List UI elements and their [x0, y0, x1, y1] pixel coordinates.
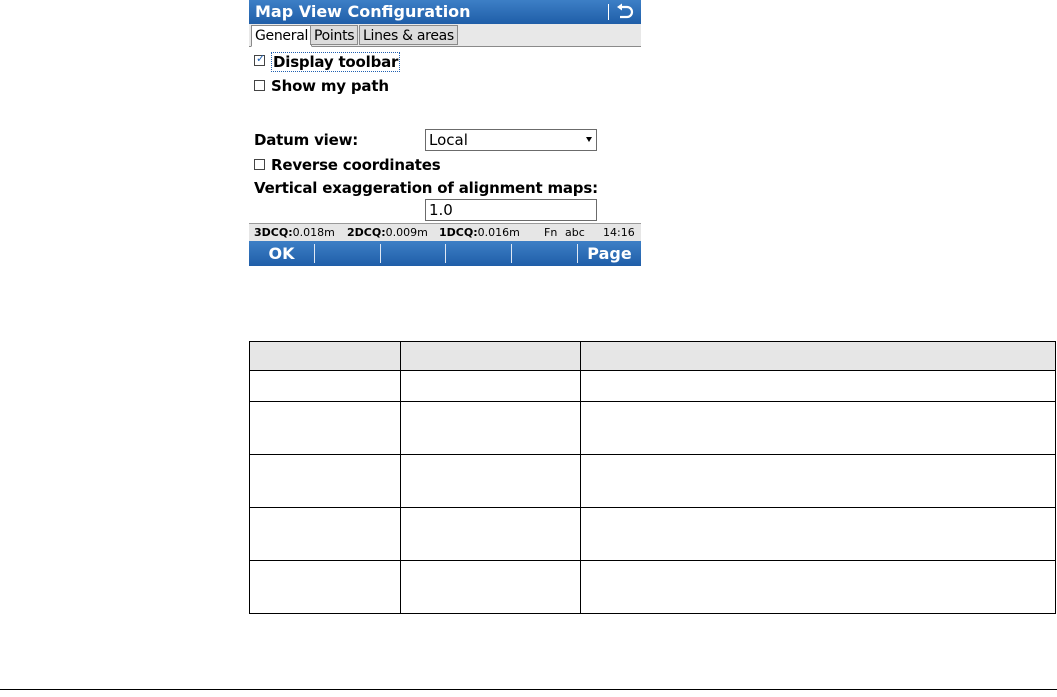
table-row — [249, 370, 1056, 402]
table-cell — [249, 370, 401, 402]
display-toolbar-label: Display toolbar — [271, 52, 401, 72]
table-cell — [400, 507, 581, 561]
status-3dcq: 3DCQ:0.018m — [254, 224, 335, 241]
table-cell — [400, 454, 581, 508]
table-row — [249, 507, 1056, 561]
softkey-f2[interactable] — [315, 241, 380, 266]
table-header-row — [249, 341, 1056, 371]
datum-view-label: Datum view: — [254, 131, 359, 149]
display-toolbar-checkbox[interactable]: ✓ — [254, 52, 266, 66]
table-cell — [580, 507, 1056, 561]
fn-indicator: Fn — [544, 226, 558, 239]
ok-button[interactable]: OK — [249, 241, 314, 266]
table-cell — [400, 560, 581, 614]
table-cell — [249, 401, 401, 455]
window-title: Map View Configuration — [255, 2, 471, 21]
show-my-path-label: Show my path — [271, 77, 389, 95]
reverse-coordinates-checkbox[interactable] — [254, 159, 265, 170]
tab-strip: General Points Lines & areas — [249, 24, 641, 47]
table-header-cell — [249, 341, 401, 371]
status-3dcq-label: 3DCQ: — [254, 226, 293, 239]
table-header-cell — [400, 341, 581, 371]
dropdown-arrow-icon — [586, 137, 592, 142]
softkey-f5[interactable] — [512, 241, 577, 266]
table-cell — [249, 507, 401, 561]
back-arrow-icon[interactable] — [615, 3, 635, 21]
table-row — [249, 401, 1056, 455]
table-cell — [400, 370, 581, 402]
title-bar: Map View Configuration — [249, 0, 641, 24]
datum-view-value: Local — [429, 131, 468, 149]
description-table — [249, 341, 1056, 614]
table-cell — [249, 454, 401, 508]
status-1dcq-value: 0.016m — [477, 226, 520, 239]
reverse-coordinates-label: Reverse coordinates — [271, 156, 441, 174]
status-1dcq-label: 1DCQ: — [439, 226, 478, 239]
page-button[interactable]: Page — [578, 241, 641, 266]
table-cell — [580, 454, 1056, 508]
softkey-bar: OK Page — [249, 241, 641, 266]
clock: 14:16 — [603, 226, 635, 239]
page-footer-rule — [0, 689, 1057, 690]
device-screen: Map View Configuration General Points Li… — [249, 0, 641, 266]
table-row — [249, 560, 1056, 614]
table-cell — [249, 560, 401, 614]
table-cell — [580, 401, 1056, 455]
status-2dcq-label: 2DCQ: — [347, 226, 386, 239]
vertical-exaggeration-value: 1.0 — [429, 201, 453, 219]
table-row — [249, 454, 1056, 508]
status-1dcq: 1DCQ:0.016m — [439, 224, 520, 241]
tab-general[interactable]: General — [251, 25, 313, 47]
table-header-cell — [580, 341, 1056, 371]
tab-lines-areas[interactable]: Lines & areas — [359, 25, 458, 45]
softkey-f3[interactable] — [381, 241, 446, 266]
title-separator — [608, 4, 609, 20]
status-2dcq: 2DCQ:0.009m — [347, 224, 428, 241]
status-2dcq-value: 0.009m — [385, 226, 428, 239]
input-mode-indicator: abc — [565, 226, 585, 239]
datum-view-select[interactable]: Local — [425, 129, 597, 151]
show-my-path-checkbox[interactable] — [254, 80, 265, 91]
check-icon: ✓ — [256, 52, 266, 65]
vertical-exaggeration-label: Vertical exaggeration of alignment maps: — [254, 179, 598, 197]
tab-points[interactable]: Points — [310, 25, 359, 45]
status-3dcq-value: 0.018m — [292, 226, 335, 239]
status-bar: 3DCQ:0.018m 2DCQ:0.009m 1DCQ:0.016m Fn a… — [249, 223, 641, 242]
table-cell — [400, 401, 581, 455]
softkey-f4[interactable] — [446, 241, 511, 266]
vertical-exaggeration-input[interactable]: 1.0 — [425, 199, 597, 221]
table-cell — [580, 370, 1056, 402]
table-cell — [580, 560, 1056, 614]
